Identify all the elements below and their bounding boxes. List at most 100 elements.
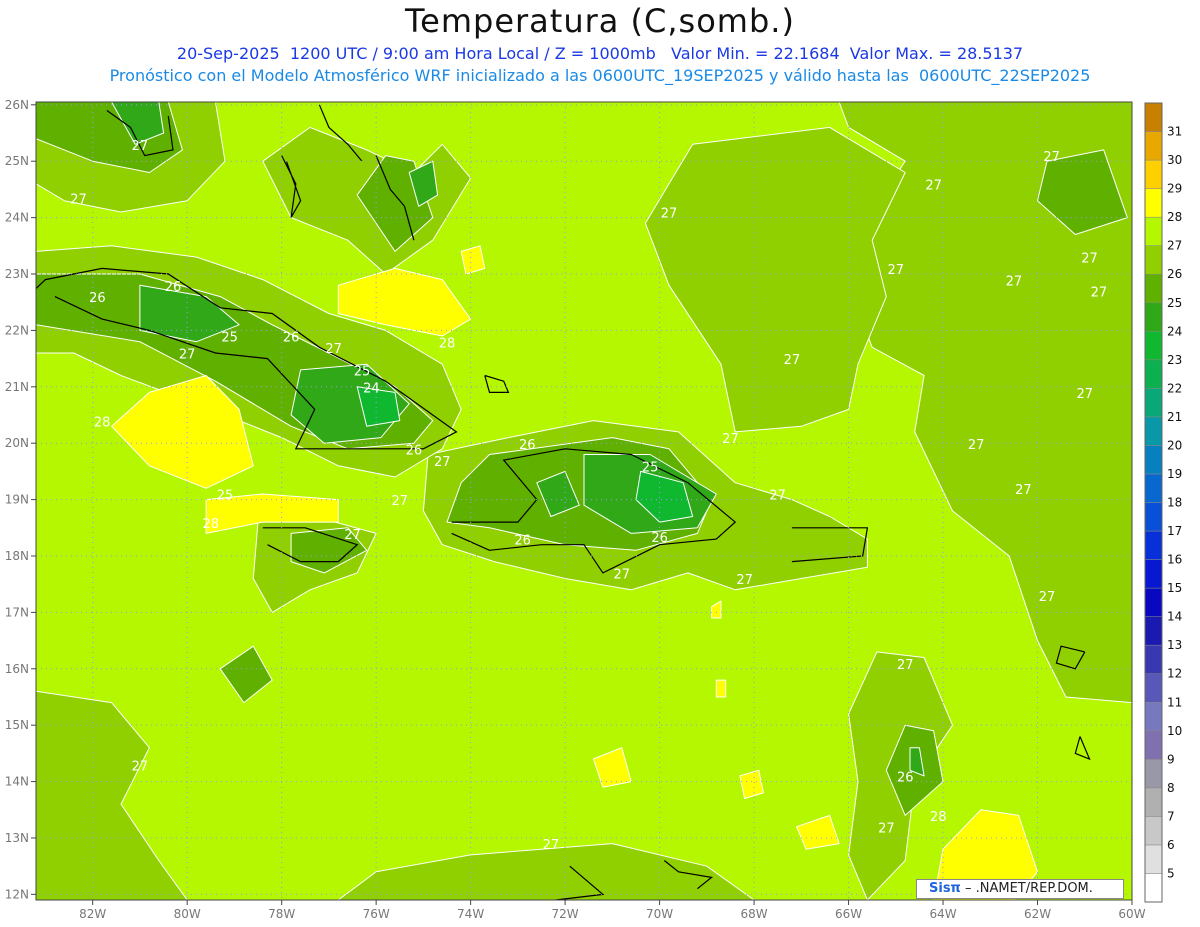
contour-label: 27 xyxy=(391,494,408,509)
lon-label: 72W xyxy=(552,907,579,921)
contour-label: 27 xyxy=(1076,387,1093,402)
colorbar-label: 28 xyxy=(1167,210,1182,224)
colorbar-box xyxy=(1144,616,1163,646)
colorbar-label: 22 xyxy=(1167,381,1182,395)
colorbar-box xyxy=(1144,188,1163,218)
colorbar: 5 6 7 8 9 10 11 12 13 14 15 16 17 18 19 20 21 22 23 24 25 26 2… xyxy=(1144,102,1182,903)
contour-label: 27 xyxy=(132,759,149,774)
colorbar-label: 31 xyxy=(1167,125,1182,139)
lat-label: 19N xyxy=(5,493,29,507)
contour-label: 27 xyxy=(344,528,361,543)
colorbar-label: 11 xyxy=(1167,695,1182,709)
contour-label: 26 xyxy=(406,443,423,458)
colorbar-label: 21 xyxy=(1167,410,1182,424)
contour-label: 27 xyxy=(614,568,631,583)
colorbar-box xyxy=(1144,445,1163,475)
colorbar-box xyxy=(1144,702,1163,732)
colorbar-box xyxy=(1144,388,1163,418)
colorbar-box xyxy=(1144,873,1163,903)
contour-label: 26 xyxy=(519,438,536,453)
field-region-33 xyxy=(739,769,764,799)
lon-label: 70W xyxy=(646,907,673,921)
map-plot-area: 272726262527262725242828252827272726 2625… xyxy=(36,102,1132,900)
colorbar-box xyxy=(1144,816,1163,846)
contour-label: 26 xyxy=(165,280,182,295)
lon-label: 60W xyxy=(1118,907,1145,921)
contour-label: 27 xyxy=(70,193,87,208)
colorbar-box xyxy=(1144,416,1163,446)
lat-label: 18N xyxy=(5,549,29,563)
colorbar-box xyxy=(1144,102,1163,132)
lon-label: 82W xyxy=(79,907,106,921)
colorbar-box xyxy=(1144,331,1163,361)
credit-text: – .NAMET/REP.DOM. xyxy=(960,881,1093,896)
contour-label: 26 xyxy=(897,771,914,786)
lat-label: 20N xyxy=(5,436,29,450)
lat-label: 16N xyxy=(5,662,29,676)
colorbar-box xyxy=(1144,844,1163,874)
contour-label: 27 xyxy=(888,263,905,278)
colorbar-box xyxy=(1144,502,1163,532)
contour-label: 26 xyxy=(514,534,531,549)
colorbar-box xyxy=(1144,131,1163,161)
contour-label: 27 xyxy=(878,821,895,836)
contour-label: 25 xyxy=(221,331,238,346)
contour-label: 27 xyxy=(1006,274,1023,289)
colorbar-label: 14 xyxy=(1167,610,1182,624)
lon-label: 74W xyxy=(457,907,484,921)
colorbar-label: 29 xyxy=(1167,182,1182,196)
contour-label: 27 xyxy=(661,207,678,222)
contour-label: 27 xyxy=(1091,286,1108,301)
contour-label: 26 xyxy=(89,291,106,306)
colorbar-label: 6 xyxy=(1167,838,1175,852)
colorbar-box xyxy=(1144,473,1163,503)
contour-label: 26 xyxy=(283,331,300,346)
colorbar-box xyxy=(1144,159,1163,189)
colorbar-label: 9 xyxy=(1167,752,1175,766)
colorbar-box xyxy=(1144,673,1163,703)
contour-label: 28 xyxy=(94,415,111,430)
colorbar-label: 7 xyxy=(1167,809,1175,823)
contour-label: 26 xyxy=(651,531,668,546)
contour-label: 27 xyxy=(434,455,451,470)
colorbar-label: 5 xyxy=(1167,866,1175,880)
contour-label: 27 xyxy=(132,139,149,154)
lon-label: 64W xyxy=(929,907,956,921)
lat-label: 21N xyxy=(5,380,29,394)
colorbar-label: 20 xyxy=(1167,438,1182,452)
colorbar-box xyxy=(1144,302,1163,332)
lat-label: 15N xyxy=(5,718,29,732)
field-region-31 xyxy=(460,245,486,275)
contour-label: 28 xyxy=(203,517,220,532)
contour-label: 27 xyxy=(784,353,801,368)
contour-label: 27 xyxy=(1043,150,1060,165)
colorbar-box xyxy=(1144,359,1163,389)
contour-label: 27 xyxy=(925,178,942,193)
lon-label: 78W xyxy=(268,907,295,921)
lon-label: 68W xyxy=(740,907,767,921)
field-region-36 xyxy=(715,679,727,698)
lat-label: 23N xyxy=(5,267,29,281)
colorbar-box xyxy=(1144,759,1163,789)
colorbar-label: 10 xyxy=(1167,724,1182,738)
contour-label: 28 xyxy=(930,810,947,825)
colorbar-label: 19 xyxy=(1167,467,1182,481)
colorbar-label: 27 xyxy=(1167,239,1182,253)
colorbar-label: 25 xyxy=(1167,296,1182,310)
colorbar-label: 8 xyxy=(1167,781,1175,795)
colorbar-label: 26 xyxy=(1167,267,1182,281)
colorbar-label: 17 xyxy=(1167,524,1182,538)
colorbar-box xyxy=(1144,216,1163,246)
colorbar-box xyxy=(1144,787,1163,817)
contour-label: 25 xyxy=(217,489,234,504)
colorbar-label: 15 xyxy=(1167,581,1182,595)
lat-label: 24N xyxy=(5,211,29,225)
colorbar-box xyxy=(1144,730,1163,760)
lon-label: 76W xyxy=(363,907,390,921)
lon-label: 62W xyxy=(1024,907,1051,921)
contour-label: 27 xyxy=(1081,252,1098,267)
lat-label: 14N xyxy=(5,775,29,789)
lat-label: 12N xyxy=(5,887,29,901)
lon-label: 80W xyxy=(174,907,201,921)
colorbar-label: 30 xyxy=(1167,153,1182,167)
